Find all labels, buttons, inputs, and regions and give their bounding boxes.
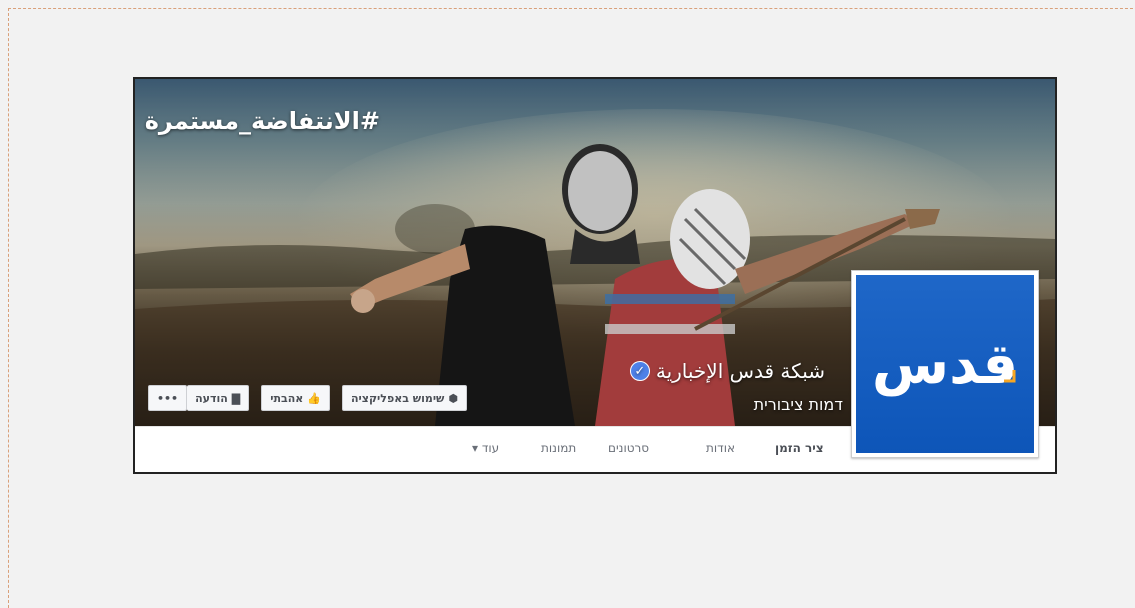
more-options-button[interactable]: ••• <box>148 385 188 411</box>
page-name-row: شبكة قدس الإخبارية ✓ <box>629 359 825 383</box>
message-more-group: ••• ▇ הודעה <box>148 385 250 411</box>
speech-bubble-icon: ▇ <box>231 391 241 405</box>
tab-photos[interactable]: תמונות <box>541 441 576 455</box>
use-app-button[interactable]: ⬢ שימוש באפליקציה <box>341 385 468 411</box>
check-icon: ✓ <box>629 361 650 381</box>
use-app-label: שימוש באפליקציה <box>350 391 445 405</box>
more-label: ••• <box>157 391 179 405</box>
like-label: אהבתי <box>270 391 304 405</box>
like-button[interactable]: 👍 אהבתי <box>261 385 330 411</box>
tab-timeline[interactable]: ציר הזמן <box>775 441 824 455</box>
tab-about[interactable]: אודות <box>706 441 735 455</box>
page-header: #الانتفاضة_مستمرة شبكة قدس الإخبارية ✓ ד… <box>133 77 1057 474</box>
active-tab-indicator <box>771 472 835 474</box>
page-name[interactable]: شبكة قدس الإخبارية <box>656 359 825 383</box>
profile-picture[interactable]: قدس <box>851 270 1039 458</box>
logo-graphic: قدس <box>872 332 1018 397</box>
action-buttons: ••• ▇ הודעה 👍 אהבתי ⬢ שימוש באפליקציה <box>148 385 468 411</box>
message-button[interactable]: ▇ הודעה <box>187 385 250 411</box>
cube-icon: ⬢ <box>448 391 459 405</box>
message-label: הודעה <box>195 391 228 405</box>
tab-videos[interactable]: סרטונים <box>608 441 649 455</box>
tab-more[interactable]: עוד ▾ <box>472 441 499 455</box>
logo-text: قدس <box>872 332 1018 397</box>
cover-hashtag: #الانتفاضة_مستمرة <box>144 107 380 135</box>
profile-logo: قدس <box>856 275 1034 453</box>
thumbs-up-icon: 👍 <box>307 391 321 405</box>
page-category[interactable]: דמות ציבורית <box>754 395 843 414</box>
